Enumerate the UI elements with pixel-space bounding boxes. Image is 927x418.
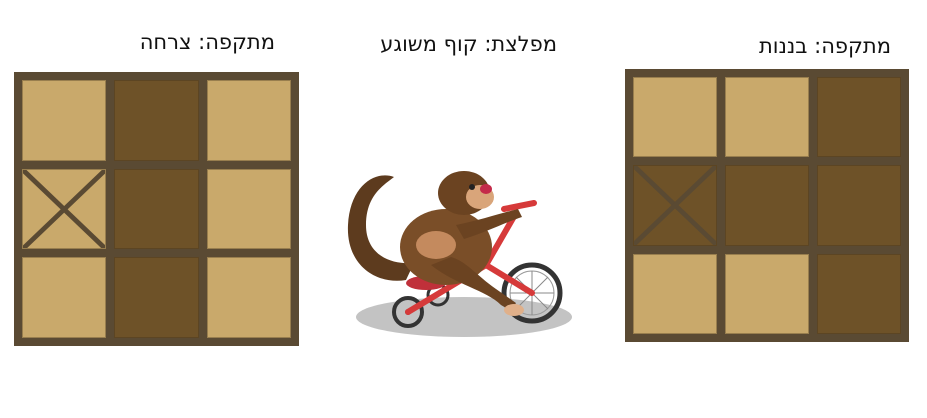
left-board-cell [22, 257, 107, 338]
right-board-cell [725, 253, 809, 334]
left-attack-board [14, 72, 299, 346]
right-board-cell [725, 165, 809, 246]
left-board-cell [206, 257, 291, 338]
right-board-cell [725, 77, 809, 158]
right-board-cell [633, 253, 717, 334]
x-mark-icon [634, 166, 716, 245]
right-attack-board [625, 69, 909, 342]
right-board-cell [633, 165, 717, 246]
right-board-cell [633, 77, 717, 158]
left-board-cell [114, 80, 199, 161]
right-board-cell [817, 253, 901, 334]
monkey-on-tricycle-icon [347, 171, 572, 337]
right-attack-label: מתקפה: בננות [758, 34, 891, 58]
left-board-cell [22, 80, 107, 161]
left-board-cell [206, 80, 291, 161]
left-board-cell [114, 168, 199, 250]
x-mark-icon [23, 169, 106, 249]
monster-label: מפלצת: קוף משוגע [380, 32, 557, 56]
left-attack-label: מתקפה: צרחה [139, 30, 275, 54]
handlebar [501, 200, 537, 212]
left-board-cell [114, 257, 199, 338]
monkey-tail [347, 175, 414, 281]
right-board-cell [817, 77, 901, 158]
ground-shadow [356, 297, 572, 337]
left-board-cell [206, 168, 291, 250]
left-board-cell [22, 168, 107, 250]
right-board-cell [817, 165, 901, 246]
